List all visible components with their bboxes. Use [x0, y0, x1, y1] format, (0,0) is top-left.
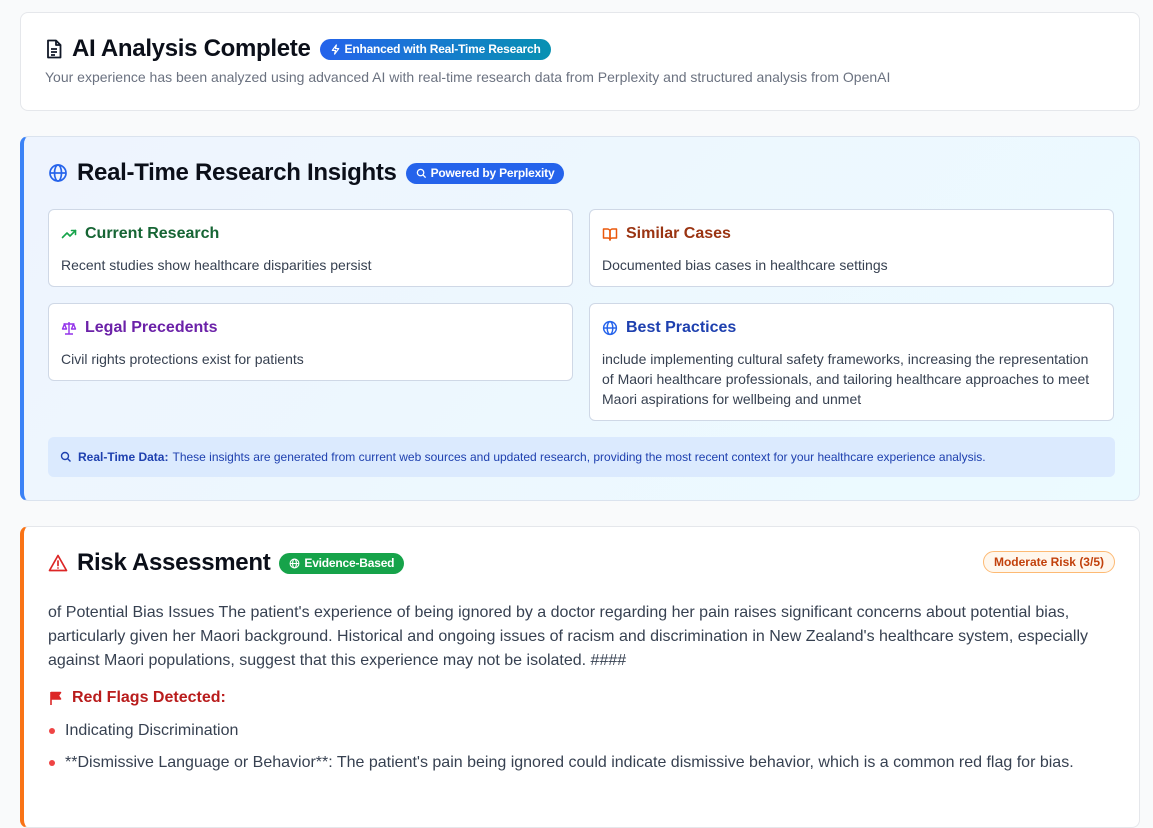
- tile-body: include implementing cultural safety fra…: [602, 351, 1090, 407]
- tile-title: Legal Precedents: [85, 319, 218, 336]
- research-title: Real-Time Research Insights: [77, 159, 397, 186]
- flag-text: Indicating Discrimination: [65, 722, 239, 739]
- tile-title: Current Research: [85, 225, 220, 242]
- risk-level-badge: Moderate Risk (3/5): [982, 551, 1115, 573]
- tile-best-practices: Best Practices include implementing cult…: [589, 303, 1114, 421]
- tile-current-research: Current Research Recent studies show hea…: [48, 209, 573, 287]
- research-card: Real-Time Research Insights Powered by P…: [20, 136, 1140, 501]
- red-flags-title: Red Flags Detected:: [72, 689, 226, 706]
- tile-legal-precedents: Legal Precedents Civil rights protection…: [48, 303, 573, 381]
- globe-icon: [48, 163, 68, 183]
- evidence-badge: Evidence-Based: [279, 552, 405, 574]
- tile-title: Best Practices: [626, 319, 737, 336]
- trending-up-icon: [61, 226, 77, 242]
- document-icon: [45, 39, 63, 59]
- note-label: Real-Time Data:: [78, 450, 169, 464]
- note-text: These insights are generated from curren…: [172, 450, 986, 464]
- tile-body: Documented bias cases in healthcare sett…: [602, 257, 888, 273]
- search-icon: [60, 451, 72, 463]
- analysis-subtitle: Your experience has been analyzed using …: [45, 69, 891, 85]
- page-title: AI Analysis Complete: [72, 35, 311, 62]
- realtime-data-note: Real-Time Data: These insights are gener…: [48, 437, 1115, 477]
- flag-text: **Dismissive Language or Behavior**: The…: [65, 754, 1074, 771]
- book-open-icon: [602, 226, 618, 242]
- scale-icon: [61, 320, 77, 336]
- evidence-badge-label: Evidence-Based: [304, 556, 395, 570]
- perplexity-badge-label: Powered by Perplexity: [430, 166, 555, 180]
- warning-triangle-icon: [48, 553, 68, 573]
- enhanced-badge-label: Enhanced with Real-Time Research: [344, 42, 541, 56]
- risk-title: Risk Assessment: [77, 549, 271, 576]
- risk-summary: of Potential Bias Issues The patient's e…: [48, 604, 1088, 669]
- red-flags-list: Indicating Discrimination **Dismissive L…: [48, 719, 1115, 775]
- list-item: **Dismissive Language or Behavior**: The…: [48, 751, 1115, 775]
- tile-similar-cases: Similar Cases Documented bias cases in h…: [589, 209, 1114, 287]
- risk-card: Risk Assessment Evidence-Based Moderate …: [20, 526, 1140, 828]
- globe-icon: [289, 558, 300, 569]
- flag-icon: [48, 690, 64, 706]
- bullet-dot: [49, 728, 55, 734]
- tile-body: Recent studies show healthcare dispariti…: [61, 257, 372, 273]
- bullet-dot: [49, 760, 55, 766]
- perplexity-badge: Powered by Perplexity: [405, 162, 565, 184]
- globe-icon: [602, 320, 618, 336]
- tile-body: Civil rights protections exist for patie…: [61, 351, 304, 367]
- list-item: Indicating Discrimination: [48, 719, 1115, 743]
- enhanced-badge: Enhanced with Real-Time Research: [319, 38, 551, 60]
- search-icon: [416, 168, 427, 179]
- lightning-icon: [330, 43, 341, 55]
- analysis-card: AI Analysis Complete Enhanced with Real-…: [20, 12, 1140, 111]
- red-flags-heading: Red Flags Detected:: [48, 689, 1115, 707]
- tile-title: Similar Cases: [626, 225, 731, 242]
- research-grid: Current Research Recent studies show hea…: [48, 209, 1115, 421]
